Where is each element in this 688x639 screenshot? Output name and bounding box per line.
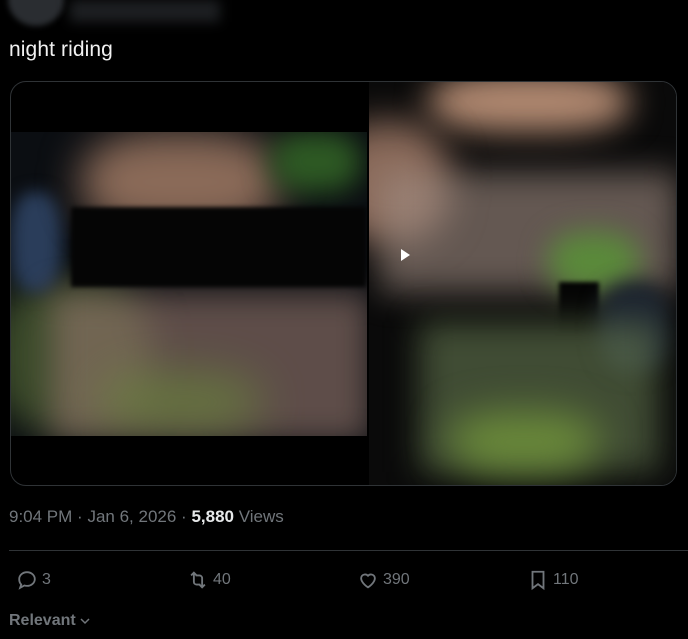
meta-separator: · <box>181 507 187 526</box>
reply-button[interactable]: 3 <box>16 569 51 591</box>
sort-dropdown[interactable]: Relevant <box>9 612 91 630</box>
media-container: 0 <box>10 81 677 486</box>
action-bar: 3 40 390 110 <box>0 569 688 597</box>
views-label: Views <box>238 507 284 526</box>
avatar[interactable] <box>8 0 64 26</box>
tweet-meta: 9:04 PM · Jan 6, 2026 · 5,880 Views <box>9 507 284 527</box>
tweet-header <box>0 0 688 30</box>
reply-count: 3 <box>42 571 51 588</box>
tweet-date[interactable]: Jan 6, 2026 <box>87 507 176 526</box>
repost-count: 40 <box>213 571 231 588</box>
repost-button[interactable]: 40 <box>187 569 231 591</box>
sort-label: Relevant <box>9 612 76 629</box>
bookmark-button[interactable]: 110 <box>527 569 579 591</box>
like-count: 390 <box>383 571 410 588</box>
repost-icon <box>190 571 206 589</box>
play-icon <box>401 249 410 261</box>
like-button[interactable]: 390 <box>357 569 410 591</box>
tweet-time[interactable]: 9:04 PM <box>9 507 72 526</box>
reply-icon <box>18 571 36 590</box>
heart-icon <box>360 573 376 589</box>
bookmark-icon <box>531 570 545 591</box>
video-play-indicator-right[interactable] <box>401 249 410 261</box>
bookmark-count: 110 <box>553 571 579 588</box>
views-count: 5,880 <box>191 507 234 526</box>
tweet-text: night riding <box>9 38 113 61</box>
video-thumbnail-left[interactable]: 0 <box>11 132 367 436</box>
chevron-down-icon <box>80 618 90 625</box>
author-name-redacted <box>70 0 220 22</box>
divider <box>9 550 688 551</box>
meta-separator: · <box>77 507 83 526</box>
video-thumbnail-right[interactable] <box>369 82 676 485</box>
